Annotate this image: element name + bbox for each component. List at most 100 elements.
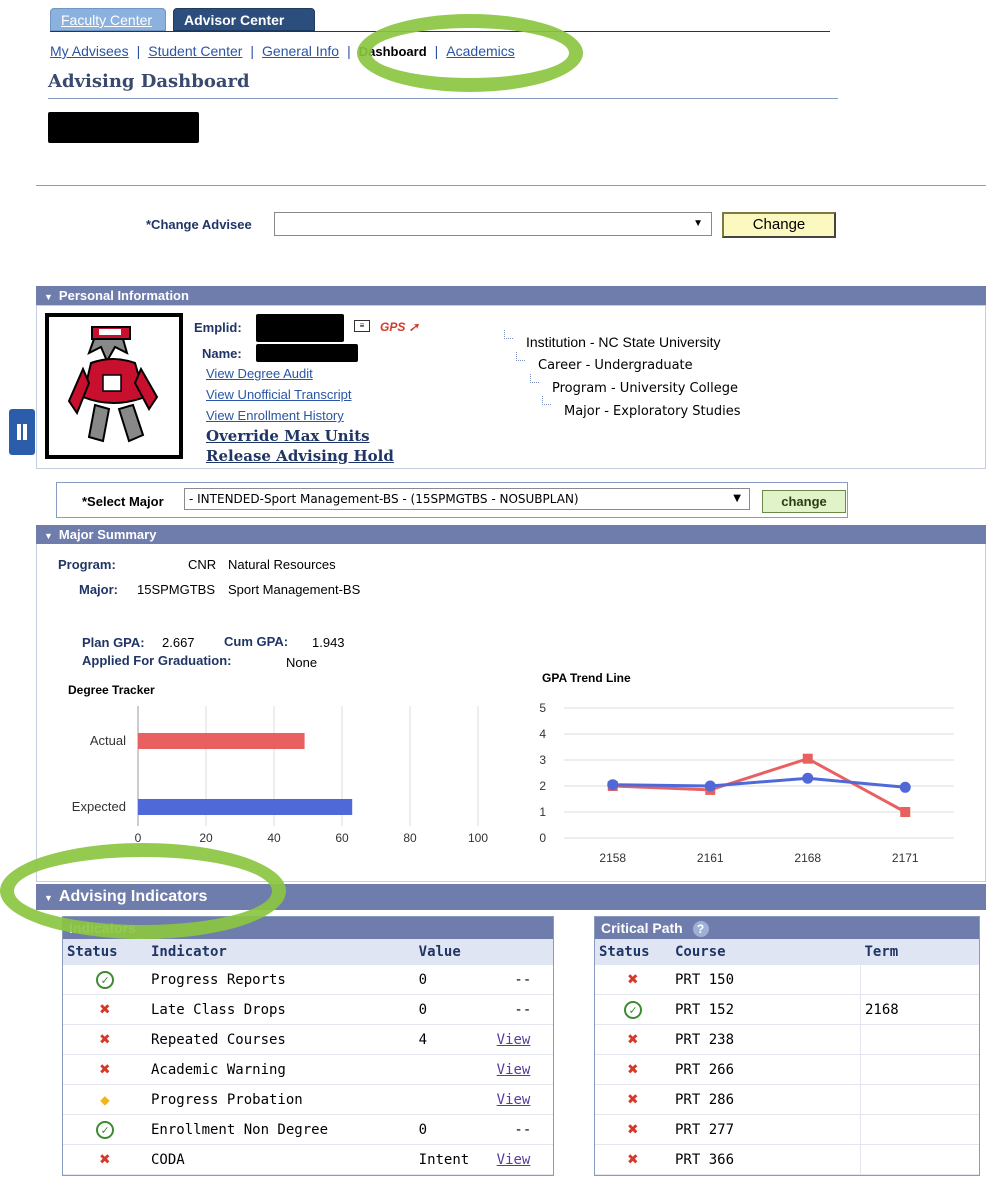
major-summary-header[interactable]: ▼ Major Summary	[36, 525, 986, 544]
program-label: Program:	[58, 557, 116, 572]
collapse-icon: ▼	[44, 531, 53, 541]
course-code: PRT 152	[671, 994, 861, 1025]
status-cell: ✖	[63, 994, 147, 1025]
tree-connector	[516, 352, 525, 361]
applied-graduation-label: Applied For Graduation:	[82, 653, 232, 668]
select-major-label: *Select Major	[82, 494, 164, 509]
view-link[interactable]: View	[492, 1054, 553, 1085]
critical-path-table: Status Course Term ✖ PRT 150 ✓ PRT 152 2168 ✖ PR…	[595, 939, 979, 1175]
title-divider	[48, 98, 838, 99]
check-circle-icon: ✓	[96, 970, 114, 989]
nav-general-info[interactable]: General Info	[262, 43, 339, 59]
course-term	[860, 1024, 979, 1055]
indicator-name: CODA	[147, 1144, 415, 1175]
redacted-emplid	[256, 314, 344, 342]
bar-expected	[138, 799, 353, 815]
mail-icon[interactable]: ≡	[354, 320, 370, 332]
status-cell: ✓	[63, 965, 147, 995]
select-major-dropdown[interactable]: - INTENDED-Sport Management-BS - (15SPMG…	[184, 488, 750, 510]
critical-path-grid: Critical Path ? Status Course Term ✖ PRT 15…	[594, 916, 980, 1176]
x-tick-label: 60	[335, 831, 349, 845]
tab-advisor-center[interactable]: Advisor Center	[173, 8, 315, 31]
red-x-icon: ✖	[627, 1059, 639, 1080]
nav-student-center[interactable]: Student Center	[148, 43, 242, 59]
y-tick-label: 3	[539, 753, 546, 767]
x-tick-label: 100	[468, 831, 488, 845]
status-cell: ✖	[595, 1144, 671, 1175]
change-advisee-button[interactable]: Change	[722, 212, 836, 238]
view-link[interactable]: View	[492, 1024, 553, 1055]
table-row: ✖ CODA Intent View	[63, 1144, 553, 1175]
chart-title: Degree Tracker	[68, 683, 155, 697]
check-circle-icon: ✓	[96, 1120, 114, 1139]
status-cell: ✖	[595, 1054, 671, 1085]
tree-major: Major - Exploratory Studies	[564, 404, 741, 419]
x-tick-label: 80	[403, 831, 417, 845]
tree-program: Program - University College	[552, 381, 739, 396]
indicator-value	[414, 1084, 493, 1115]
change-advisee-select[interactable]: ▼	[274, 212, 712, 236]
view-degree-audit-link[interactable]: View Degree Audit	[206, 366, 313, 381]
column-header	[492, 939, 553, 965]
x-tick-label: 2158	[599, 851, 626, 865]
dropdown-arrow-icon: ▼	[693, 218, 703, 229]
nav-my-advisees[interactable]: My Advisees	[50, 43, 129, 59]
warning-diamond-icon: ◆	[100, 1090, 110, 1109]
column-header: Value	[414, 939, 493, 965]
degree-tracker-chart: Degree Tracker0 20 40 60 80 100ActualExpected	[68, 683, 488, 845]
view-link[interactable]: View	[492, 1084, 553, 1115]
column-header: Term	[860, 939, 979, 965]
course-code: PRT 266	[671, 1054, 861, 1085]
table-row: ✖ PRT 266	[595, 1054, 979, 1085]
category-label: Actual	[90, 733, 126, 748]
course-code: PRT 366	[671, 1144, 861, 1175]
red-x-icon: ✖	[99, 1059, 111, 1080]
course-code: PRT 277	[671, 1114, 861, 1145]
indicator-name: Late Class Drops	[147, 994, 415, 1025]
x-tick-label: 2161	[697, 851, 724, 865]
indicator-name: Academic Warning	[147, 1054, 415, 1085]
action-placeholder: --	[492, 965, 553, 995]
column-header: Status	[595, 939, 671, 965]
tree-connector	[542, 396, 551, 405]
view-enrollment-history-link[interactable]: View Enrollment History	[206, 408, 344, 423]
data-point	[607, 779, 619, 791]
category-label: Expected	[72, 799, 126, 814]
table-row: ✖ Academic Warning View	[63, 1054, 553, 1085]
course-term	[860, 1054, 979, 1085]
release-advising-hold-link[interactable]: Release Advising Hold	[206, 447, 394, 465]
chart-title: GPA Trend Line	[542, 671, 631, 685]
table-row: ✖ PRT 286	[595, 1084, 979, 1115]
course-code: PRT 150	[671, 965, 861, 995]
major-name: Sport Management-BS	[228, 582, 361, 597]
tree-connector	[504, 330, 513, 339]
help-icon[interactable]: ?	[692, 921, 709, 937]
gps-link[interactable]: GPS ➚	[380, 320, 419, 334]
y-tick-label: 0	[539, 831, 546, 845]
table-row: ✓ Progress Reports 0 --	[63, 965, 553, 995]
view-unofficial-transcript-link[interactable]: View Unofficial Transcript	[206, 387, 351, 402]
personal-info-header[interactable]: ▼ Personal Information	[36, 286, 986, 305]
tab-faculty-center[interactable]: Faculty Center	[50, 8, 166, 31]
table-row: ✖ PRT 277	[595, 1114, 979, 1145]
red-x-icon: ✖	[627, 969, 639, 990]
status-cell: ✖	[63, 1144, 147, 1175]
cum-gpa-label: Cum GPA:	[224, 634, 289, 649]
view-link[interactable]: View	[492, 1144, 553, 1175]
name-label: Name:	[202, 346, 242, 361]
x-tick-label: 2171	[892, 851, 919, 865]
column-header: Status	[63, 939, 147, 965]
action-placeholder: --	[492, 994, 553, 1025]
red-x-icon: ✖	[99, 999, 111, 1020]
status-cell: ✖	[595, 1024, 671, 1055]
indicator-name: Repeated Courses	[147, 1024, 415, 1055]
pause-icon[interactable]	[9, 409, 35, 455]
redacted-student-name	[48, 112, 199, 143]
status-cell: ✖	[63, 1054, 147, 1085]
course-term	[860, 965, 979, 995]
override-max-units-link[interactable]: Override Max Units	[206, 427, 370, 445]
y-tick-label: 1	[539, 805, 546, 819]
check-circle-icon: ✓	[624, 1000, 642, 1019]
indicators-grid: Indicators Status Indicator Value ✓ Progres…	[62, 916, 554, 1176]
change-major-button[interactable]: change	[762, 490, 846, 513]
